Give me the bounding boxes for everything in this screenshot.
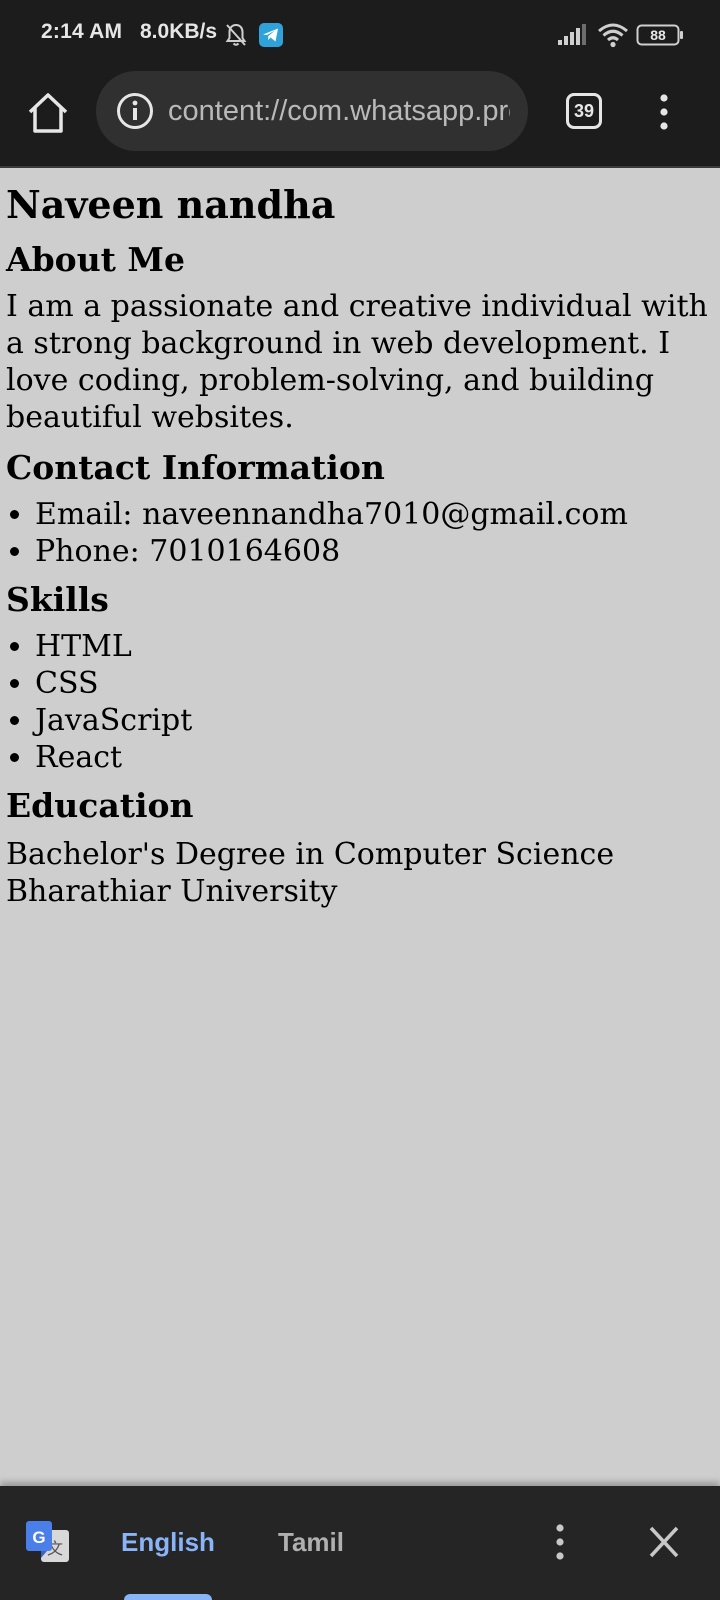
skill-item: CSS [35,665,714,702]
skills-heading: Skills [6,580,109,619]
about-text: I am a passionate and creative individua… [6,289,708,435]
more-vert-icon[interactable] [648,92,680,132]
browser-toolbar: content://com.whatsapp.provider.media/it… [0,68,720,168]
network-speed: 8.0KB/s [140,20,218,43]
more-vert-icon[interactable] [544,1522,576,1562]
page-content: Naveen nandha About Me I am a passionate… [0,170,720,1488]
info-icon[interactable] [116,92,154,130]
skills-list: HTML CSS JavaScript React [6,628,714,776]
education-university: Bharathiar University [6,874,338,909]
battery-level: 88 [650,27,666,43]
svg-text:G: G [32,1528,45,1547]
status-bar: 2:14 AM 8.0KB/s 88 [0,0,720,68]
close-icon[interactable] [648,1524,680,1560]
mute-bell-icon [225,23,247,46]
tabs-icon[interactable]: 39 [566,93,602,129]
contact-heading: Contact Information [6,448,385,487]
skill-item: React [35,739,714,776]
skill-item: HTML [35,628,714,665]
status-time: 2:14 AM [41,20,123,43]
home-icon[interactable] [26,90,70,136]
translate-bar: 文 G English Tamil [0,1486,720,1600]
url-text[interactable]: content://com.whatsapp.provider.media/it… [168,71,510,151]
about-heading: About Me [6,240,185,279]
education-degree: Bachelor's Degree in Computer Science [6,837,615,872]
language-tab-tamil[interactable]: Tamil [252,1514,370,1570]
skill-item: JavaScript [35,702,714,739]
wifi-icon [598,23,628,48]
contact-list: Email: naveennandha7010@gmail.com Phone:… [6,496,714,570]
battery-icon: 88 [636,24,684,46]
page-title: Naveen nandha [6,182,336,227]
telegram-icon [259,23,283,47]
google-translate-icon: 文 G [26,1521,69,1562]
selected-language-indicator [124,1594,212,1600]
education-heading: Education [6,786,194,825]
url-bar[interactable]: content://com.whatsapp.provider.media/it… [96,71,528,151]
language-tab-english[interactable]: English [106,1514,230,1570]
signal-icon [558,24,586,45]
contact-phone: Phone: 7010164608 [35,533,714,570]
contact-email: Email: naveennandha7010@gmail.com [35,496,714,533]
